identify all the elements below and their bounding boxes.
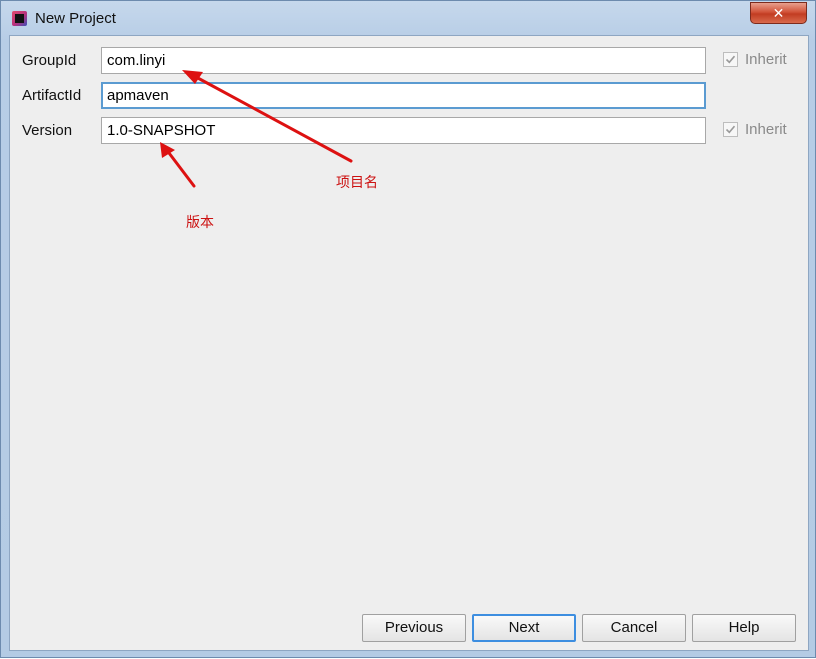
annotation-arrows	[160, 70, 353, 188]
version-annotation: 版本	[186, 215, 214, 231]
version-arrow-shaft	[167, 151, 196, 188]
project-name-arrow-shaft	[194, 75, 353, 163]
help-button[interactable]: Help	[692, 614, 796, 642]
project-name-arrowhead	[182, 70, 203, 84]
previous-button[interactable]: Previous	[362, 614, 466, 642]
project-name-annotation: 项目名	[336, 175, 378, 191]
cancel-button[interactable]: Cancel	[582, 614, 686, 642]
next-button[interactable]: Next	[472, 614, 576, 642]
new-project-dialog: New Project ✕ GroupId Inherit ArtifactId…	[0, 0, 816, 658]
